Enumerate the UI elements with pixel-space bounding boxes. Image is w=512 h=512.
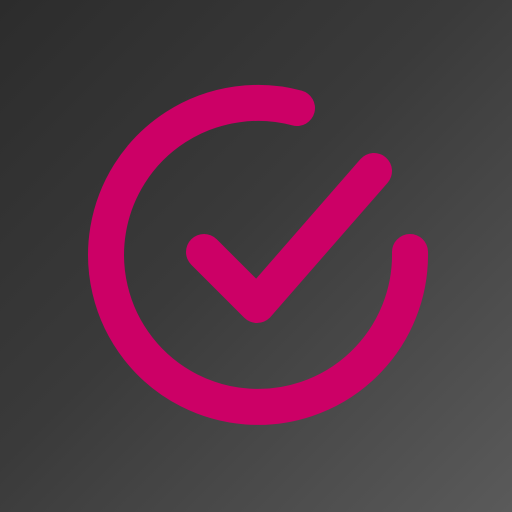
progress-ring-arc: [88, 84, 429, 425]
app-icon: [0, 0, 512, 512]
circle-check-icon: [88, 84, 429, 425]
checkmark-icon: [186, 153, 392, 323]
